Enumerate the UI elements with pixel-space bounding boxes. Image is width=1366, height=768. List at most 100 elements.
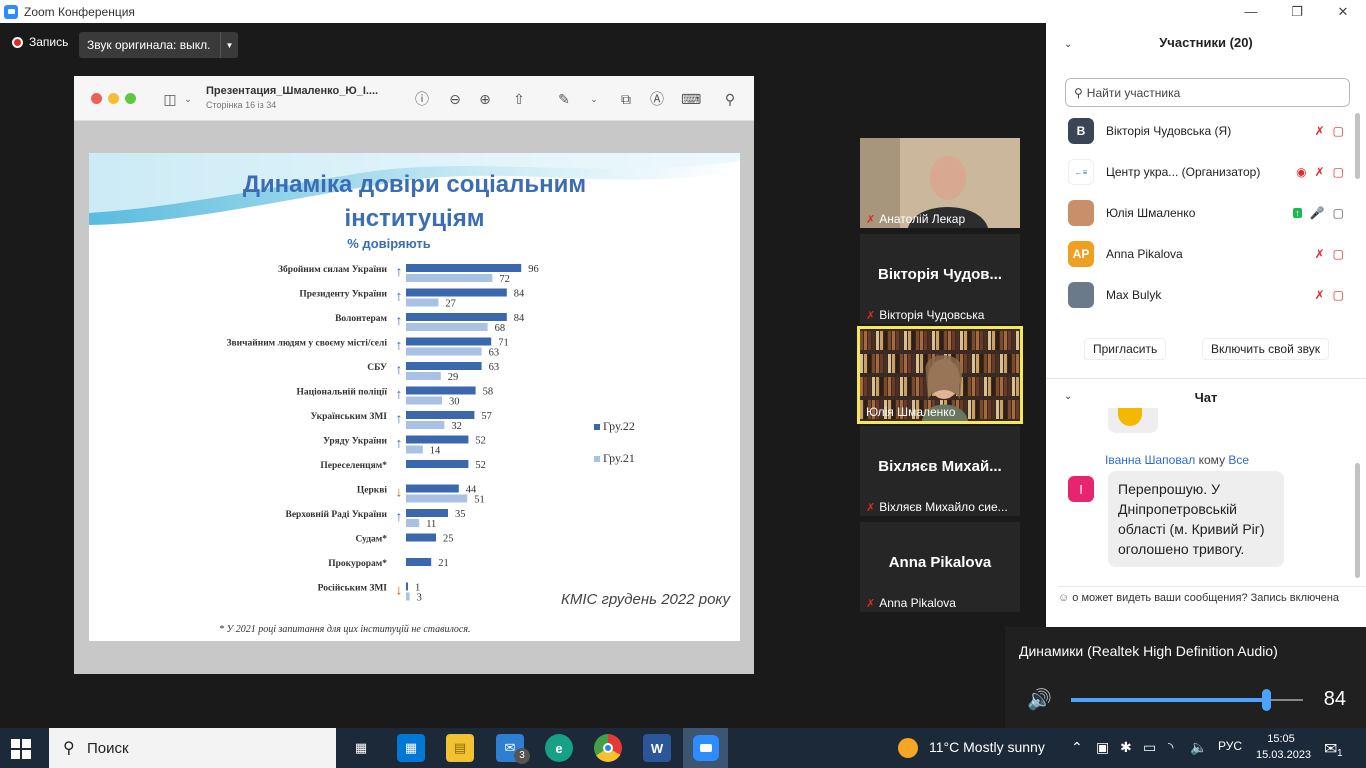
category-label: Волонтерам — [335, 314, 387, 324]
sidebar-icon[interactable]: ◫ — [160, 89, 180, 109]
chat-message: Перепрошую. У Дніпропетровській області … — [1108, 471, 1284, 567]
bar-value-label: 52 — [475, 436, 486, 447]
volume-icon[interactable]: 🔈 — [1190, 739, 1207, 756]
trend-down-arrow-icon: ↓ — [396, 582, 403, 598]
participants-scrollbar[interactable] — [1355, 113, 1360, 179]
minimize-button[interactable]: — — [1228, 0, 1274, 23]
participant-row[interactable]: ←≡ Центр укра... (Организатор) ◉ ✗ ▢ — [1068, 157, 1358, 187]
close-button[interactable]: ✕ — [1320, 0, 1366, 23]
windows-start-icon[interactable] — [10, 738, 32, 760]
bar-value-label: 84 — [514, 289, 525, 300]
unmute-self-button[interactable]: Включить свой звук — [1202, 338, 1329, 360]
video-tile-anatolii[interactable]: ✗ Анатолій Лекар — [860, 138, 1020, 228]
video-tile-viktoriia[interactable]: Вікторія Чудов... ✗ Вікторія Чудовська — [860, 234, 1020, 324]
participant-search-input[interactable]: ⚲ Найти участника — [1065, 78, 1350, 107]
bar-previous — [406, 323, 488, 331]
chevron-up-icon[interactable]: ⌃ — [1071, 739, 1083, 756]
participant-row[interactable]: Юлія Шмаленко ↑ 🎤 ▢ — [1068, 198, 1358, 228]
avatar: ←≡ — [1068, 159, 1094, 185]
volume-flyout: Динамики (Realtek High Definition Audio)… — [1005, 627, 1366, 728]
taskbar-clock[interactable]: 15:05 15.03.2023 — [1256, 731, 1312, 763]
mic-muted-icon[interactable]: ✗ — [1315, 165, 1325, 179]
mic-muted-icon[interactable]: ✗ — [1315, 247, 1325, 261]
recording-indicator[interactable]: Запись — [12, 35, 68, 49]
video-tile-vikhliaiev[interactable]: Віхляєв Михай... ✗ Віхляєв Михайло сие..… — [860, 426, 1020, 516]
category-label: Переселенцям* — [320, 461, 387, 471]
video-tile-yuliia-active-speaker[interactable]: Юлія Шмаленко — [857, 326, 1023, 424]
language-indicator[interactable]: РУС — [1218, 739, 1242, 753]
mic-muted-icon[interactable]: ✗ — [1315, 124, 1325, 138]
form-fill-icon[interactable]: ⌨ — [681, 89, 701, 109]
invite-button[interactable]: Пригласить — [1084, 338, 1167, 360]
notifications-icon[interactable]: ✉ — [1324, 739, 1337, 759]
avatar: I — [1068, 476, 1094, 502]
trend-down-arrow-icon: ↓ — [396, 484, 403, 500]
bar-value-label: 84 — [514, 313, 525, 324]
video-off-icon[interactable]: ▢ — [1333, 247, 1344, 261]
weather-text[interactable]: 11°C Mostly sunny — [929, 739, 1045, 755]
bluetooth-icon[interactable]: ✱ — [1120, 739, 1132, 756]
presentation-slide: Динаміка довіри соціальним інституціям %… — [89, 153, 740, 641]
bar-value-label: 58 — [483, 387, 494, 398]
annotate-icon[interactable]: Ⓐ — [647, 89, 667, 109]
word-icon[interactable]: W — [643, 734, 671, 762]
edge-browser-icon[interactable]: e — [545, 734, 573, 762]
zoom-logo-icon — [4, 4, 18, 19]
chevron-down-icon[interactable]: ▼ — [220, 32, 238, 58]
info-icon[interactable]: ⓘ — [412, 89, 432, 109]
legend-label: Гру.21 — [603, 451, 635, 465]
bar-value-label: 30 — [449, 397, 460, 408]
chat-sender[interactable]: Іванна Шаповал — [1105, 453, 1195, 467]
microsoft-store-icon[interactable]: ▦ — [397, 734, 425, 762]
video-tile-anna[interactable]: Anna Pikalova ✗ Anna Pikalova — [860, 522, 1020, 612]
wifi-icon[interactable]: ◝ — [1168, 739, 1173, 756]
category-label: Президенту України — [299, 290, 387, 300]
volume-level: 84 — [1323, 688, 1346, 710]
video-off-icon[interactable]: ▢ — [1333, 124, 1344, 138]
video-off-icon[interactable]: ▢ — [1333, 288, 1344, 302]
participant-row[interactable]: В Вікторія Чудовська (Я) ✗ ▢ — [1068, 116, 1358, 146]
minimize-traffic-icon[interactable] — [108, 93, 119, 104]
chat-header: Чат — [1194, 390, 1218, 405]
participant-row[interactable]: Max Bulyk ✗ ▢ — [1068, 280, 1358, 310]
clock-date: 15.03.2023 — [1256, 749, 1312, 761]
mic-muted-icon[interactable]: ✗ — [1315, 288, 1325, 302]
weather-sunny-icon[interactable] — [898, 738, 918, 758]
file-explorer-icon[interactable]: ▤ — [446, 734, 474, 762]
video-off-icon[interactable]: ▢ — [1333, 165, 1344, 179]
markup-pen-icon[interactable]: ✎ — [554, 89, 574, 109]
chat-recipient: Все — [1228, 453, 1250, 467]
rotate-icon[interactable]: ⧉ — [616, 89, 636, 109]
legend-swatch — [594, 423, 600, 430]
chat-scrollbar[interactable] — [1355, 463, 1360, 578]
zoom-traffic-icon[interactable] — [125, 93, 136, 104]
chrome-browser-icon[interactable] — [594, 734, 622, 762]
zoom-in-icon[interactable]: ⊕ — [475, 89, 495, 109]
volume-slider-thumb[interactable] — [1261, 689, 1271, 711]
bar-value-label: 63 — [489, 362, 500, 373]
zoom-taskbar-app[interactable] — [683, 728, 728, 768]
participant-row[interactable]: AP Anna Pikalova ✗ ▢ — [1068, 239, 1358, 269]
zoom-out-icon[interactable]: ⊖ — [445, 89, 465, 109]
video-camera-icon[interactable]: ▢ — [1333, 206, 1344, 220]
audio-device-name[interactable]: Динамики (Realtek High Definition Audio) — [1019, 643, 1278, 659]
search-icon[interactable]: ⚲ — [720, 89, 740, 109]
bar-current — [406, 582, 408, 591]
chevron-down-icon[interactable]: ⌄ — [178, 89, 198, 109]
close-traffic-icon[interactable] — [91, 93, 102, 104]
microphone-icon[interactable]: 🎤 — [1310, 206, 1325, 220]
battery-icon[interactable]: ▭ — [1143, 739, 1156, 756]
share-icon[interactable]: ⇧ — [509, 89, 529, 109]
chevron-down-icon[interactable]: ⌄ — [584, 89, 604, 109]
device-icon[interactable]: ▣ — [1096, 739, 1109, 756]
previous-message-bubble — [1108, 408, 1158, 433]
window-titlebar: Zoom Конференция — ❐ ✕ — [0, 0, 1366, 23]
taskbar-search-input[interactable]: ⚲ Поиск — [49, 728, 336, 768]
speaker-icon[interactable]: 🔊 — [1027, 687, 1052, 712]
restore-button[interactable]: ❐ — [1274, 0, 1320, 23]
original-sound-toggle[interactable]: Звук оригинала: выкл. ▼ — [79, 32, 238, 58]
chat-visibility-notice[interactable]: ☺ о может видеть ваши сообщения? Запись … — [1058, 586, 1366, 604]
task-view-icon[interactable]: ▦ — [347, 734, 375, 762]
trend-up-arrow-icon: ↑ — [396, 263, 403, 279]
bar-value-label: 27 — [445, 299, 456, 310]
